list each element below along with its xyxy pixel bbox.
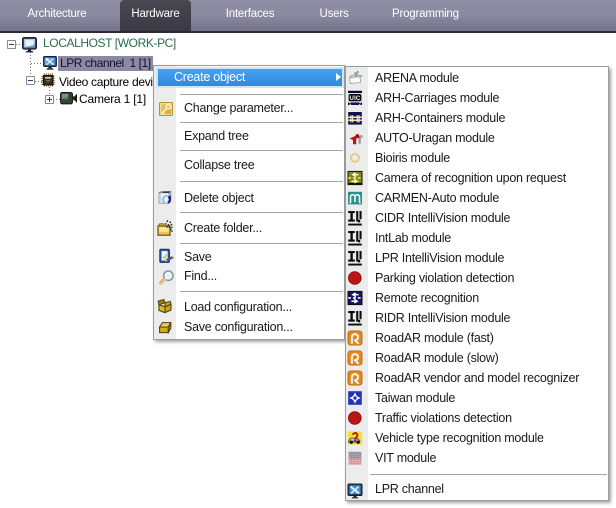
svg-text:UIC: UIC (350, 96, 361, 102)
